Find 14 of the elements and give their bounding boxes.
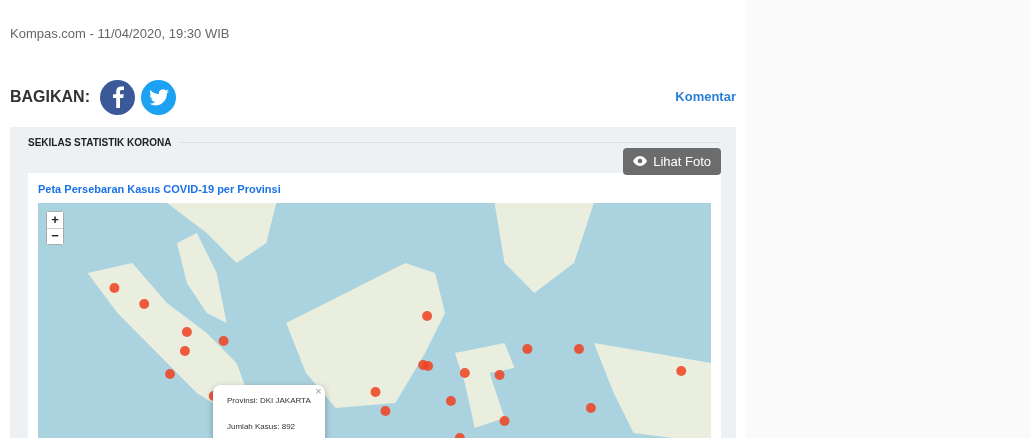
view-photo-button[interactable]: Lihat Foto xyxy=(623,147,721,175)
share-label: BAGIKAN: xyxy=(10,87,90,107)
popup-text: Provinsi: DKI JAKARTA xyxy=(227,394,311,407)
facebook-share-button[interactable] xyxy=(100,79,135,115)
comment-link[interactable]: Komentar xyxy=(675,87,736,107)
map-title: Peta Persebaran Kasus COVID-19 per Provinsi xyxy=(38,182,282,197)
article-meta: Kompas.com - 11/04/2020, 19:30 WIB xyxy=(10,25,231,43)
close-button[interactable]: × xyxy=(315,384,322,397)
popup-text: Jumlah Kasus: 892 xyxy=(227,420,297,433)
eye-icon xyxy=(633,156,648,167)
twitter-share-button[interactable] xyxy=(141,79,176,115)
bird-icon xyxy=(148,88,169,106)
facebook-icon xyxy=(110,86,125,108)
panel-heading: SEKILAS STATISTIK KORONA xyxy=(28,135,172,150)
